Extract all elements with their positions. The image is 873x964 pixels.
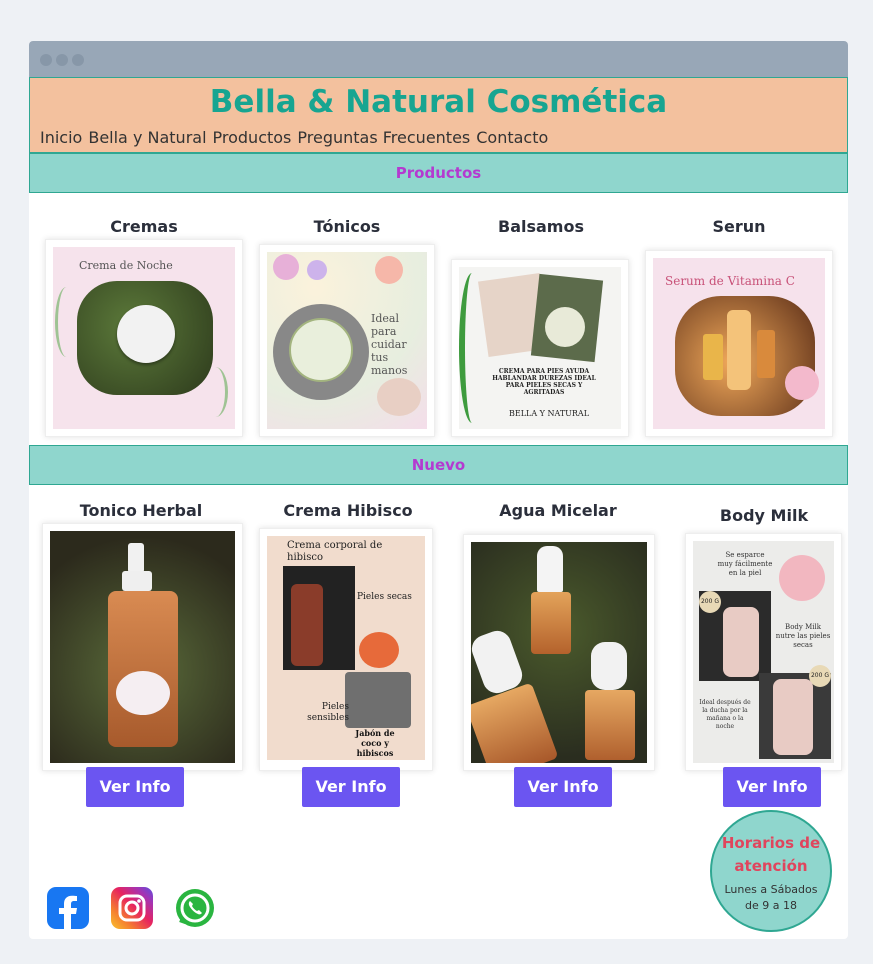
site-header: Bella & Natural Cosmética Inicio Bella y… <box>29 77 848 153</box>
product-card-agua-micelar[interactable] <box>463 534 655 771</box>
product-image: Ideal para cuidar tus manos <box>267 252 427 429</box>
window-dot-icon <box>72 54 84 66</box>
instagram-icon[interactable] <box>111 887 153 929</box>
nav-link-inicio[interactable]: Inicio <box>40 128 82 147</box>
brand-title: Bella & Natural Cosmética <box>209 84 668 120</box>
ver-info-button-agua-micelar[interactable]: Ver Info <box>514 767 612 807</box>
product-image <box>471 542 647 763</box>
image-caption: Ideal para cuidar tus manos <box>371 312 408 377</box>
hours-days: Lunes a Sábados <box>724 883 818 896</box>
opening-hours-badge: Horarios de atención Lunes a Sábados de … <box>710 810 832 932</box>
product-card-cremas[interactable]: Crema de Noche <box>45 239 243 437</box>
product-card-tonicos[interactable]: Ideal para cuidar tus manos <box>259 244 435 437</box>
image-caption: CREMA PARA PIES AYUDA HABLANDAR DUREZAS … <box>492 368 596 396</box>
product-image: CREMA PARA PIES AYUDA HABLANDAR DUREZAS … <box>459 267 621 429</box>
section-productos-title: Productos <box>29 153 848 193</box>
product-title: Body Milk <box>719 506 809 525</box>
product-title: Crema Hibisco <box>283 501 413 520</box>
product-image: Crema de Noche <box>53 247 235 429</box>
image-caption: Crema de Noche <box>79 259 173 272</box>
product-image <box>50 531 235 763</box>
product-card-tonico-herbal[interactable] <box>42 523 243 771</box>
facebook-icon[interactable] <box>47 887 89 929</box>
nav-link-preguntas-frecuentes[interactable]: Preguntas Frecuentes <box>297 128 470 147</box>
product-image: Crema corporal de hibisco Pieles secas P… <box>267 536 425 760</box>
window-dot-icon <box>56 54 68 66</box>
hours-time: de 9 a 18 <box>745 899 797 912</box>
window-titlebar <box>29 41 848 77</box>
product-image: Se esparce muy fácilmente en la piel 200… <box>693 541 834 763</box>
product-card-balsamos[interactable]: CREMA PARA PIES AYUDA HABLANDAR DUREZAS … <box>451 259 629 437</box>
product-image: Serum de Vitamina C <box>653 258 825 429</box>
product-title: Balsamos <box>498 217 584 236</box>
size-badge: 200 G <box>699 591 721 613</box>
image-caption-4: Jabón de coco y hibiscos <box>355 728 395 758</box>
ver-info-button-tonico-herbal[interactable]: Ver Info <box>86 767 184 807</box>
ver-info-button-body-milk[interactable]: Ver Info <box>723 767 821 807</box>
hours-title-line: Horarios de <box>721 834 821 852</box>
main-nav: Inicio Bella y Natural Productos Pregunt… <box>40 128 548 147</box>
product-title: Cremas <box>110 217 178 236</box>
browser-window: Bella & Natural Cosmética Inicio Bella y… <box>29 41 848 939</box>
image-caption-2: Pieles secas <box>357 592 412 602</box>
hours-title-line: atención <box>734 857 808 875</box>
image-caption-2: Body Milk nutre las pieles secas <box>775 623 831 649</box>
product-card-crema-hibisco[interactable]: Crema corporal de hibisco Pieles secas P… <box>259 528 433 771</box>
image-caption: Serum de Vitamina C <box>665 274 795 288</box>
image-caption-3: Ideal después de la ducha por la mañana … <box>699 699 751 730</box>
nav-link-bella-y-natural[interactable]: Bella y Natural <box>88 128 206 147</box>
product-title: Serun <box>712 217 766 236</box>
product-title: Agua Micelar <box>499 501 617 520</box>
image-caption: Se esparce muy fácilmente en la piel <box>717 551 773 577</box>
product-card-body-milk[interactable]: Se esparce muy fácilmente en la piel 200… <box>685 533 842 771</box>
window-dot-icon <box>40 54 52 66</box>
ver-info-button-crema-hibisco[interactable]: Ver Info <box>302 767 400 807</box>
hours-title: Horarios de atención <box>712 832 830 878</box>
nav-link-contacto[interactable]: Contacto <box>476 128 548 147</box>
product-card-serun[interactable]: Serum de Vitamina C <box>645 250 833 437</box>
product-title: Tónicos <box>313 217 381 236</box>
product-title: Tonico Herbal <box>79 501 203 520</box>
section-nuevo-title: Nuevo <box>29 445 848 485</box>
whatsapp-icon[interactable] <box>174 887 216 929</box>
hours-text: Lunes a Sábados de 9 a 18 <box>712 882 830 914</box>
image-caption-3: Pieles sensibles <box>307 702 349 723</box>
nav-link-productos[interactable]: Productos <box>213 128 292 147</box>
image-caption: Crema corporal de hibisco <box>287 540 383 563</box>
image-caption-brand: BELLA Y NATURAL <box>508 409 590 418</box>
